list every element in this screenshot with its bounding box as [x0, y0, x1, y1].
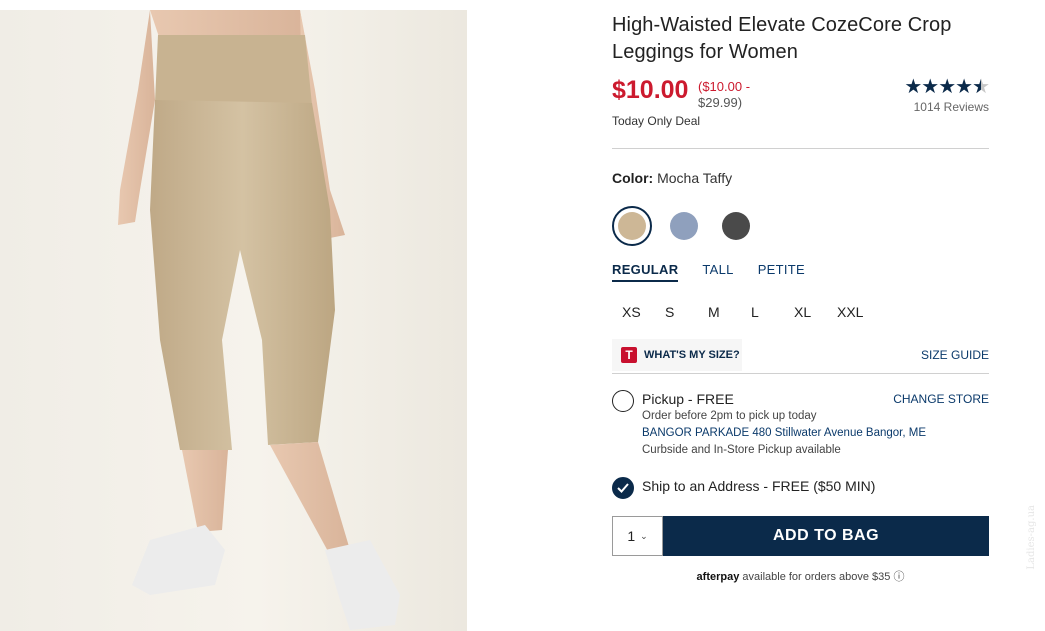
pickup-radio[interactable]: [612, 390, 634, 412]
t-logo-icon: T: [621, 347, 637, 363]
whats-my-size-label: WHAT'S MY SIZE?: [644, 349, 740, 361]
color-label-prefix: Color:: [612, 170, 654, 186]
afterpay-logo: afterpay: [696, 571, 740, 583]
add-to-bag-row: 1 ⌄ ADD TO BAG: [612, 516, 989, 556]
afterpay-text: available for orders above $35 ⓘ: [739, 571, 905, 583]
fit-tab-regular[interactable]: REGULAR: [612, 262, 679, 282]
price-range-high: $29.99): [698, 95, 743, 110]
divider: [612, 148, 989, 149]
quantity-value: 1: [627, 528, 636, 544]
quantity-select[interactable]: 1 ⌄: [612, 516, 663, 556]
store-address-link[interactable]: BANGOR PARKADE 480 Stillwater Avenue Ban…: [642, 425, 989, 442]
size-option-xs[interactable]: XS: [612, 304, 655, 320]
star-rating-icon: ★★★★★: [904, 76, 990, 98]
color-swatch-dot: [722, 212, 750, 240]
size-option-xxl[interactable]: XXL: [827, 304, 870, 320]
half-star-icon: ★: [972, 76, 990, 98]
sale-price: $10.00: [612, 76, 689, 104]
fulfillment-options: Pickup - FREE CHANGE STORE Order before …: [612, 390, 989, 499]
watermark: Ladies-ag.ua: [1026, 505, 1037, 570]
ship-option: Ship to an Address - FREE ($50 MIN): [612, 477, 989, 499]
color-swatch-dot: [618, 212, 646, 240]
size-option-l[interactable]: L: [741, 304, 784, 320]
price-range-low: ($10.00 -: [698, 79, 751, 94]
leggings-photo: [118, 10, 400, 630]
size-option-xl[interactable]: XL: [784, 304, 827, 320]
add-to-bag-button[interactable]: ADD TO BAG: [663, 516, 989, 556]
divider: [612, 373, 989, 374]
size-option-s[interactable]: S: [655, 304, 698, 320]
fit-tab-tall[interactable]: TALL: [702, 262, 733, 282]
color-swatch-dot: [670, 212, 698, 240]
color-swatch[interactable]: [612, 206, 652, 246]
size-tools: T WHAT'S MY SIZE? SIZE GUIDE: [612, 339, 989, 373]
chevron-down-icon: ⌄: [640, 530, 648, 541]
fit-tab-petite[interactable]: PETITE: [758, 262, 805, 282]
deal-text: Today Only Deal: [612, 114, 701, 128]
ship-radio[interactable]: [612, 477, 634, 499]
color-swatch[interactable]: [664, 206, 704, 246]
ship-title: Ship to an Address - FREE ($50 MIN): [642, 478, 876, 494]
reviews-link[interactable]: 1014 Reviews: [904, 100, 989, 114]
size-guide-link[interactable]: SIZE GUIDE: [921, 348, 989, 362]
size-selector: XS S M L XL XXL: [612, 304, 989, 320]
product-image: [0, 10, 467, 631]
color-swatches: [612, 206, 989, 246]
price-range: ($10.00 - $29.99): [698, 79, 768, 111]
product-title: High-Waisted Elevate CozeCore Crop Leggi…: [612, 14, 952, 63]
price-row: $10.00 ($10.00 - $29.99) Today Only Deal…: [612, 76, 990, 148]
rating[interactable]: ★★★★★ 1014 Reviews: [904, 76, 990, 114]
pickup-availability: Curbside and In-Store Pickup available: [642, 444, 841, 456]
size-option-m[interactable]: M: [698, 304, 741, 320]
pickup-option: Pickup - FREE CHANGE STORE Order before …: [612, 390, 989, 468]
pickup-cutoff: Order before 2pm to pick up today: [642, 410, 817, 422]
whats-my-size-button[interactable]: T WHAT'S MY SIZE?: [612, 339, 742, 371]
afterpay-note: afterpay available for orders above $35 …: [612, 568, 989, 584]
color-label: Color: Mocha Taffy: [612, 170, 989, 186]
full-stars: ★★★★: [904, 76, 973, 98]
checkmark-icon: [617, 483, 629, 493]
change-store-link[interactable]: CHANGE STORE: [893, 392, 989, 406]
color-swatch[interactable]: [716, 206, 756, 246]
product-details-panel: High-Waisted Elevate CozeCore Crop Leggi…: [612, 12, 990, 584]
selected-color-name: Mocha Taffy: [657, 170, 733, 186]
fit-tabs: REGULAR TALL PETITE: [612, 262, 989, 282]
